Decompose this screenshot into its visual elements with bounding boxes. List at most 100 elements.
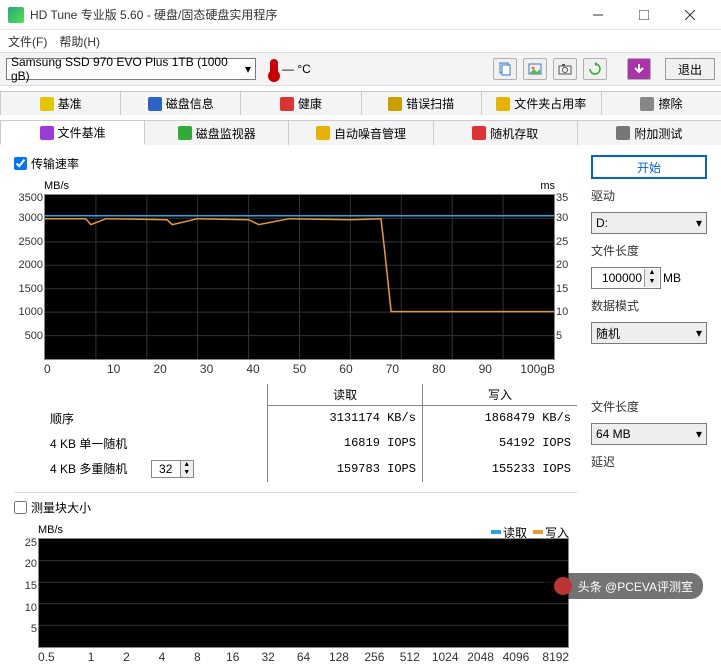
block-size-label: 测量块大小	[31, 499, 91, 516]
copy-image-button[interactable]	[523, 58, 547, 80]
ytick2: 5	[31, 623, 39, 635]
chevron-down-icon: ▾	[245, 62, 251, 76]
queue-depth-stepper[interactable]: ▲▼	[151, 460, 194, 478]
ytick: 1000	[19, 306, 45, 318]
transfer-rate-label: 传输速率	[31, 155, 79, 172]
xtick: 128	[321, 650, 356, 664]
tab-文件基准[interactable]: 文件基准	[0, 120, 145, 145]
xtick: 2	[109, 650, 144, 664]
xtick: 60	[323, 362, 369, 376]
y2tick: 5	[554, 330, 562, 342]
menu-bar: 文件(F) 帮助(H)	[0, 30, 721, 52]
tab-自动噪音管理[interactable]: 自动噪音管理	[288, 120, 433, 145]
ytick2: 20	[25, 558, 39, 570]
file-length-input[interactable]	[592, 271, 644, 285]
title-bar: HD Tune 专业版 5.60 - 硬盘/固态硬盘实用程序	[0, 0, 721, 30]
xtick: 4	[144, 650, 179, 664]
xtick: 70	[369, 362, 415, 376]
transfer-rate-checkbox[interactable]: 传输速率	[14, 155, 577, 172]
tab-label: 磁盘信息	[166, 95, 214, 112]
temperature-value: — °C	[282, 62, 311, 76]
x-axis-labels-2: 0.512481632641282565121024204840968192	[38, 650, 569, 664]
drive-select[interactable]: Samsung SSD 970 EVO Plus 1TB (1000 gB) ▾	[6, 58, 256, 80]
block-size-checkbox[interactable]: 测量块大小	[14, 499, 577, 516]
menu-file[interactable]: 文件(F)	[8, 33, 47, 50]
speaker-icon	[316, 126, 330, 140]
y2tick: 35	[554, 192, 568, 204]
data-mode-label: 数据模式	[591, 297, 707, 314]
tab-随机存取[interactable]: 随机存取	[433, 120, 578, 145]
monitor-icon	[178, 126, 192, 140]
stepper-down-icon[interactable]: ▼	[645, 278, 659, 287]
file-length-2-select[interactable]: 64 MB▾	[591, 423, 707, 445]
xtick: 16	[215, 650, 250, 664]
xtick: 512	[392, 650, 427, 664]
tab-label: 健康	[298, 95, 322, 112]
transfer-chart-wrap: MB/s ms 3500 3000 2500 2000 1500 1000 50…	[44, 194, 555, 376]
tab-label: 附加测试	[634, 125, 682, 142]
y2tick: 10	[554, 306, 568, 318]
watermark-text: 头条 @PCEVA评测室	[578, 578, 693, 595]
y2tick: 15	[554, 283, 568, 295]
xtick: 30	[183, 362, 229, 376]
transfer-chart: 3500 3000 2500 2000 1500 1000 500 35 30 …	[44, 194, 555, 360]
xtick: 50	[276, 362, 322, 376]
minimize-button[interactable]	[575, 0, 621, 30]
xtick: 4096	[498, 650, 533, 664]
tabs-upper: 基准 磁盘信息 健康 错误扫描 文件夹占用率擦除	[0, 90, 721, 115]
action-button[interactable]	[627, 58, 651, 80]
file-length-input-group: ▲▼ MB	[591, 267, 707, 289]
tab-磁盘信息[interactable]: 磁盘信息	[120, 91, 241, 115]
refresh-button[interactable]	[583, 58, 607, 80]
tab-擦除[interactable]: 擦除	[601, 91, 721, 115]
queue-depth-input[interactable]	[152, 461, 180, 477]
file-length-unit: MB	[663, 271, 681, 285]
bulb-icon	[40, 126, 54, 140]
stepper-up-icon[interactable]: ▲	[645, 269, 659, 278]
transfer-rate-check-input[interactable]	[14, 157, 27, 170]
screenshot-button[interactable]	[553, 58, 577, 80]
block-size-check-input[interactable]	[14, 501, 27, 514]
copy-text-button[interactable]	[493, 58, 517, 80]
xtick: 100gB	[509, 362, 555, 376]
y2-axis-unit: ms	[540, 180, 555, 192]
ytick: 1500	[19, 283, 45, 295]
tab-附加测试[interactable]: 附加测试	[577, 120, 721, 145]
tab-磁盘监视器[interactable]: 磁盘监视器	[144, 120, 289, 145]
tab-健康[interactable]: 健康	[240, 91, 361, 115]
xtick: 0	[44, 362, 90, 376]
data-mode-select[interactable]: 随机▾	[591, 322, 707, 344]
thermometer-icon	[270, 59, 278, 79]
stepper-down-icon[interactable]: ▼	[181, 469, 193, 477]
start-button[interactable]: 开始	[591, 155, 707, 179]
xtick: 90	[462, 362, 508, 376]
info-icon	[148, 97, 162, 111]
drive-select-value: Samsung SSD 970 EVO Plus 1TB (1000 gB)	[11, 55, 245, 83]
menu-help[interactable]: 帮助(H)	[59, 33, 100, 50]
row-sequential: 顺序3131174 KB/s1868479 KB/s	[44, 406, 577, 431]
stepper-up-icon[interactable]: ▲	[181, 461, 193, 469]
xtick: 10	[90, 362, 136, 376]
xtick: 256	[357, 650, 392, 664]
tab-基准[interactable]: 基准	[0, 91, 121, 115]
tab-文件夹占用率[interactable]: 文件夹占用率	[481, 91, 602, 115]
tab-label: 错误扫描	[406, 95, 454, 112]
col-write: 写入	[422, 384, 577, 406]
delay-label: 延迟	[591, 453, 707, 470]
chevron-down-icon: ▾	[696, 216, 702, 230]
xtick: 32	[250, 650, 285, 664]
y-axis-unit: MB/s	[44, 180, 69, 192]
block-chart: 25 20 15 10 5	[38, 538, 569, 648]
xtick: 1024	[427, 650, 462, 664]
data-mode-value: 随机	[596, 325, 620, 342]
drive-letter-select[interactable]: D:▾	[591, 212, 707, 234]
window-title: HD Tune 专业版 5.60 - 硬盘/固态硬盘实用程序	[30, 6, 575, 23]
chevron-down-icon: ▾	[696, 427, 702, 441]
watermark-avatar-icon	[554, 577, 572, 595]
ytick2: 25	[25, 537, 39, 549]
exit-button[interactable]: 退出	[665, 58, 715, 80]
tab-错误扫描[interactable]: 错误扫描	[361, 91, 482, 115]
ytick2: 15	[25, 580, 39, 592]
maximize-button[interactable]	[621, 0, 667, 30]
close-button[interactable]	[667, 0, 713, 30]
